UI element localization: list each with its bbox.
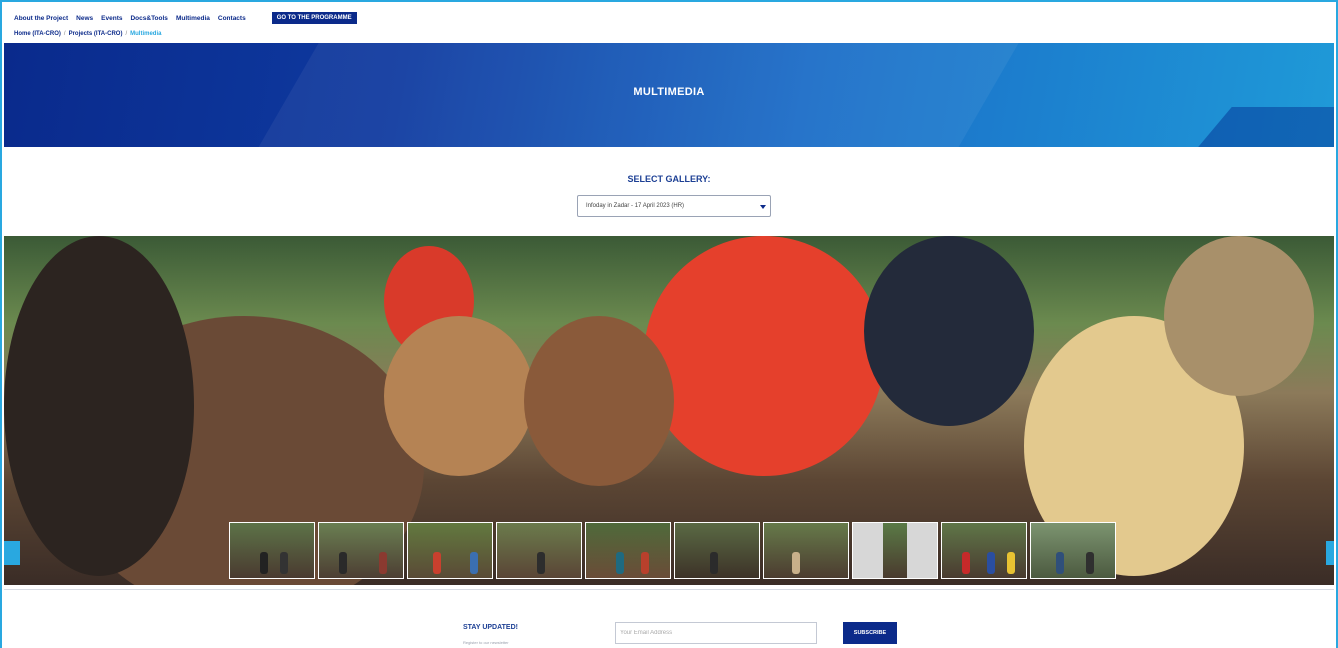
- photo-detail: [524, 316, 674, 486]
- chevron-down-icon: [760, 205, 766, 209]
- gallery-select[interactable]: Infoday in Zadar - 17 April 2023 (HR): [577, 195, 771, 217]
- banner-decoration: [1156, 107, 1334, 147]
- nav-item-multimedia[interactable]: Multimedia: [176, 15, 210, 22]
- gallery-select-value: Infoday in Zadar - 17 April 2023 (HR): [586, 203, 685, 209]
- previous-image-button[interactable]: [4, 541, 20, 565]
- gallery-thumbnail[interactable]: [763, 522, 849, 579]
- page-banner: MULTIMEDIA: [4, 43, 1334, 147]
- nav-item-events[interactable]: Events: [101, 15, 122, 22]
- select-gallery-label: SELECT GALLERY:: [627, 174, 711, 184]
- nav-item-contacts[interactable]: Contacts: [218, 15, 246, 22]
- breadcrumb-separator: /: [125, 31, 128, 37]
- gallery-thumbnail[interactable]: [941, 522, 1027, 579]
- gallery-thumbnail[interactable]: [674, 522, 760, 579]
- breadcrumb-separator: /: [63, 31, 66, 37]
- breadcrumb-current: Multimedia: [130, 31, 162, 37]
- nav-item-news[interactable]: News: [76, 15, 93, 22]
- newsletter-title: STAY UPDATED!: [463, 624, 518, 631]
- newsletter-subtitle: Register to our newsletter: [463, 640, 509, 645]
- photo-detail: [644, 236, 884, 476]
- go-to-programme-button[interactable]: GO TO THE PROGRAMME: [271, 12, 357, 24]
- photo-detail: [864, 236, 1034, 426]
- gallery-thumbnails: [229, 522, 1116, 579]
- main-nav: About the Project News Events Docs&Tools…: [14, 12, 357, 24]
- nav-item-about[interactable]: About the Project: [14, 15, 68, 22]
- gallery-thumbnail[interactable]: [585, 522, 671, 579]
- breadcrumb-home[interactable]: Home (ITA-CRO): [14, 31, 61, 37]
- breadcrumb-projects[interactable]: Projects (ITA-CRO): [69, 31, 123, 37]
- gallery-thumbnail[interactable]: [496, 522, 582, 579]
- gallery-thumbnail[interactable]: [852, 522, 938, 579]
- gallery-thumbnail[interactable]: [407, 522, 493, 579]
- email-input[interactable]: [615, 622, 817, 644]
- breadcrumb: Home (ITA-CRO) / Projects (ITA-CRO) / Mu…: [14, 31, 161, 37]
- section-divider: [4, 589, 1334, 590]
- gallery-thumbnail[interactable]: [318, 522, 404, 579]
- gallery-thumbnail[interactable]: [229, 522, 315, 579]
- subscribe-button[interactable]: SUBSCRIBE: [843, 622, 897, 644]
- nav-item-docs-tools[interactable]: Docs&Tools: [130, 15, 167, 22]
- page-title: MULTIMEDIA: [633, 86, 705, 98]
- next-image-button[interactable]: [1326, 541, 1334, 565]
- photo-detail: [384, 316, 534, 476]
- gallery-thumbnail[interactable]: [1030, 522, 1116, 579]
- photo-detail: [4, 236, 194, 576]
- photo-detail: [1164, 236, 1314, 396]
